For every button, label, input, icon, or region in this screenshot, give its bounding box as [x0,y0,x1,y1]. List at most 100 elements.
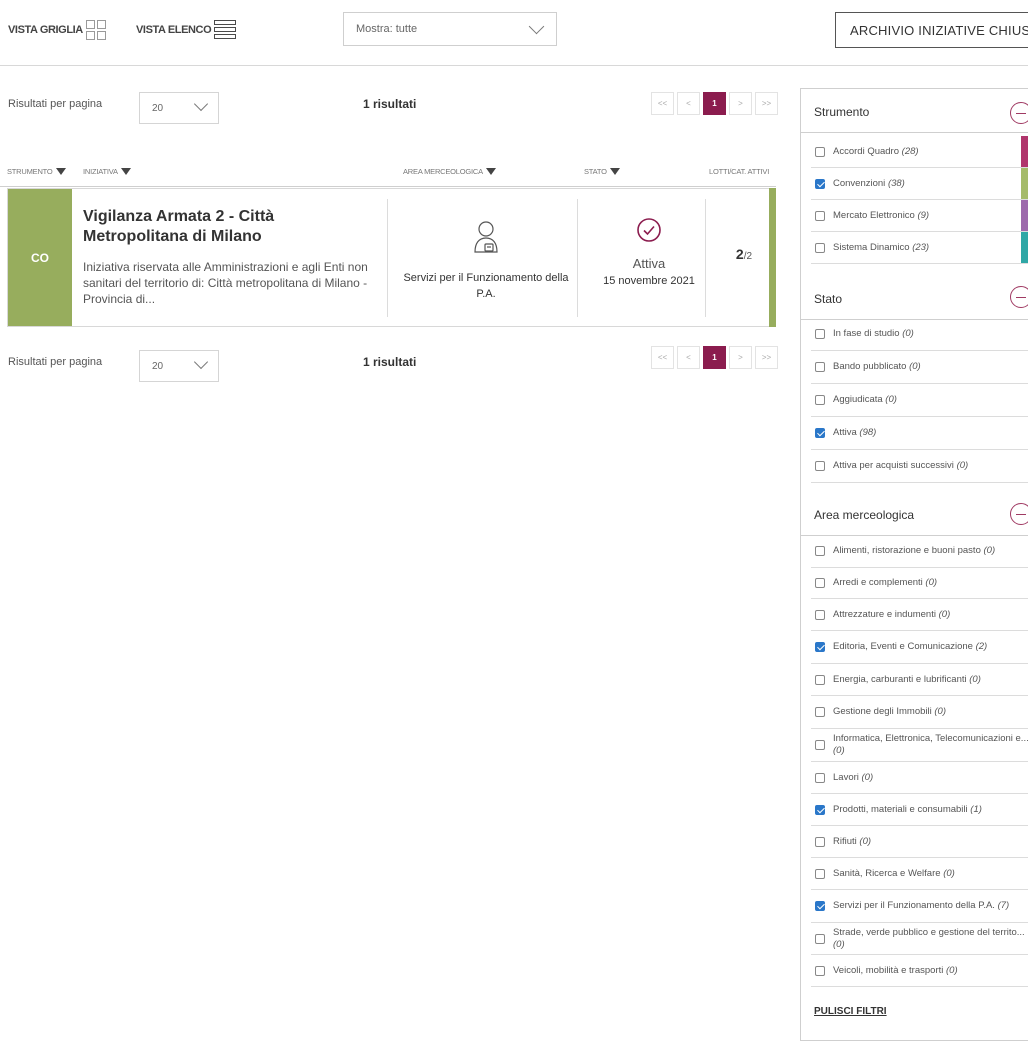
last-page-button[interactable]: >> [755,346,778,369]
strumento-badge: CO [8,189,72,326]
archive-button[interactable]: ARCHIVIO INIZIATIVE CHIUSE [835,12,1028,48]
filter-item[interactable]: Strade, verde pubblico e gestione del te… [811,923,1028,955]
list-view-toggle[interactable]: VISTA ELENCO [136,20,237,39]
sort-iniziativa[interactable]: INIZIATIVA [83,167,131,176]
filter-checkbox[interactable] [815,772,825,783]
filter-checkbox[interactable] [815,395,825,405]
first-page-button[interactable]: << [651,92,674,115]
filter-checkbox[interactable] [815,740,825,750]
list-view-icon [214,20,237,39]
clear-filters-link[interactable]: PULISCI FILTRI [814,1006,887,1017]
filter-checkbox[interactable] [815,642,825,652]
status-date: 15 novembre 2021 [603,275,695,287]
filter-checkbox[interactable] [815,836,825,847]
filter-count: (0) [885,394,897,405]
filter-checkbox[interactable] [815,868,825,879]
filter-section-title: Area merceologica [814,508,915,522]
filter-label-text: Attiva per acquisti successivi [833,460,954,471]
sort-down-icon [120,168,131,175]
filter-item[interactable]: In fase di studio (0) [811,318,1028,351]
filter-checkbox[interactable] [815,461,825,471]
filter-checkbox[interactable] [815,242,825,253]
filter-checkbox[interactable] [815,609,825,620]
filter-item[interactable]: Mercato Elettronico (9) [811,200,1028,232]
filter-section-stato: Stato [801,276,1028,320]
filter-label-text: Prodotti, materiali e consumabili [833,803,968,815]
filter-checkbox[interactable] [815,707,825,717]
filter-label-text: Servizi per il Funzionamento della P.A. [833,900,995,911]
filter-label: Prodotti, materiali e consumabili (1) [833,804,982,816]
filter-label: Servizi per il Funzionamento della P.A. … [833,900,1009,912]
filter-checkbox[interactable] [815,674,825,685]
grid-view-toggle[interactable]: VISTA GRIGLIA [8,20,106,40]
per-page-select[interactable]: 20 [139,350,219,382]
collapse-icon[interactable] [1010,102,1028,124]
current-page-button[interactable]: 1 [703,346,726,369]
next-page-button[interactable]: > [729,92,752,115]
column-iniziativa: INIZIATIVA [83,167,118,176]
sort-strumento[interactable]: STRUMENTO [7,167,66,176]
filter-item[interactable]: Alimenti, ristorazione e buoni pasto (0) [811,534,1028,568]
filter-item[interactable]: Veicoli, mobilità e trasporti (0) [811,955,1028,987]
filter-item[interactable]: Arredi e complementi (0) [811,568,1028,599]
filter-checkbox[interactable] [815,804,825,815]
sort-stato[interactable]: STATO [584,167,620,176]
filter-item[interactable]: Sistema Dinamico (23) [811,232,1028,264]
per-page-select[interactable]: 20 [139,92,219,124]
prev-page-button[interactable]: < [677,92,700,115]
collapse-icon[interactable] [1010,286,1028,308]
filter-checkbox[interactable] [815,545,825,556]
per-page-value: 20 [152,361,164,372]
filter-item[interactable]: Servizi per il Funzionamento della P.A. … [811,890,1028,923]
filter-item[interactable]: Sanità, Ricerca e Welfare (0) [811,858,1028,890]
filter-item[interactable]: Attrezzature e indumenti (0) [811,599,1028,631]
sort-area[interactable]: AREA MERCEOLOGICA [403,167,496,176]
first-page-button[interactable]: << [651,346,674,369]
filter-count: (0) [859,835,872,847]
prev-page-button[interactable]: < [677,346,700,369]
filter-checkbox[interactable] [815,362,825,372]
per-page-value: 20 [152,103,164,114]
filter-label: Gestione degli Immobili (0) [833,706,946,718]
filter-checkbox[interactable] [815,178,825,189]
filter-checkbox[interactable] [815,578,825,588]
filter-item[interactable]: Energia, carburanti e lubrificanti (0) [811,664,1028,696]
next-page-button[interactable]: > [729,346,752,369]
filter-label: Editoria, Eventi e Comunicazione (2) [833,641,987,653]
filter-section-area: Area merceologica [801,492,1028,536]
initiative-title[interactable]: Vigilanza Armata 2 - Città Metropolitana… [83,207,373,247]
filter-count: (0) [925,577,938,588]
filter-item[interactable]: Attiva per acquisti successivi (0) [811,450,1028,483]
collapse-icon[interactable] [1010,503,1028,525]
filter-item[interactable]: Attiva (98) [811,417,1028,450]
filter-item[interactable]: Gestione degli Immobili (0) [811,696,1028,729]
filter-checkbox[interactable] [815,901,825,911]
filter-checkbox[interactable] [815,329,825,339]
filter-item[interactable]: Aggiudicata (0) [811,384,1028,417]
filter-label-text: Strade, verde pubblico e gestione del te… [833,926,1025,938]
filter-item[interactable]: Informatica, Elettronica, Telecomunicazi… [811,729,1028,762]
filter-item[interactable]: Rifiuti (0) [811,826,1028,858]
filter-checkbox[interactable] [815,210,825,221]
check-circle-icon [637,218,661,242]
status-label: Attiva [632,256,666,271]
result-card[interactable]: CO Vigilanza Armata 2 - Città Metropolit… [7,188,776,327]
strumento-color-bar [1021,200,1028,231]
filter-item[interactable]: Accordi Quadro (28) [811,136,1028,168]
filter-count: (7) [997,900,1010,911]
filter-item[interactable]: Convenzioni (38) [811,168,1028,200]
filter-checkbox[interactable] [815,146,825,157]
filter-checkbox[interactable] [815,428,825,438]
current-page-button[interactable]: 1 [703,92,726,115]
filter-item[interactable]: Editoria, Eventi e Comunicazione (2) [811,631,1028,664]
filter-item[interactable]: Prodotti, materiali e consumabili (1) [811,794,1028,826]
filter-label: Attiva per acquisti successivi (0) [833,460,968,472]
filter-checkbox[interactable] [815,933,825,944]
filter-item[interactable]: Bando pubblicato (0) [811,351,1028,384]
show-filter-select[interactable]: Mostra: tutte [343,12,557,46]
pager: << < 1 > >> [651,346,778,369]
filter-item[interactable]: Lavori (0) [811,762,1028,794]
filter-checkbox[interactable] [815,965,825,976]
column-area: AREA MERCEOLOGICA [403,167,483,176]
last-page-button[interactable]: >> [755,92,778,115]
